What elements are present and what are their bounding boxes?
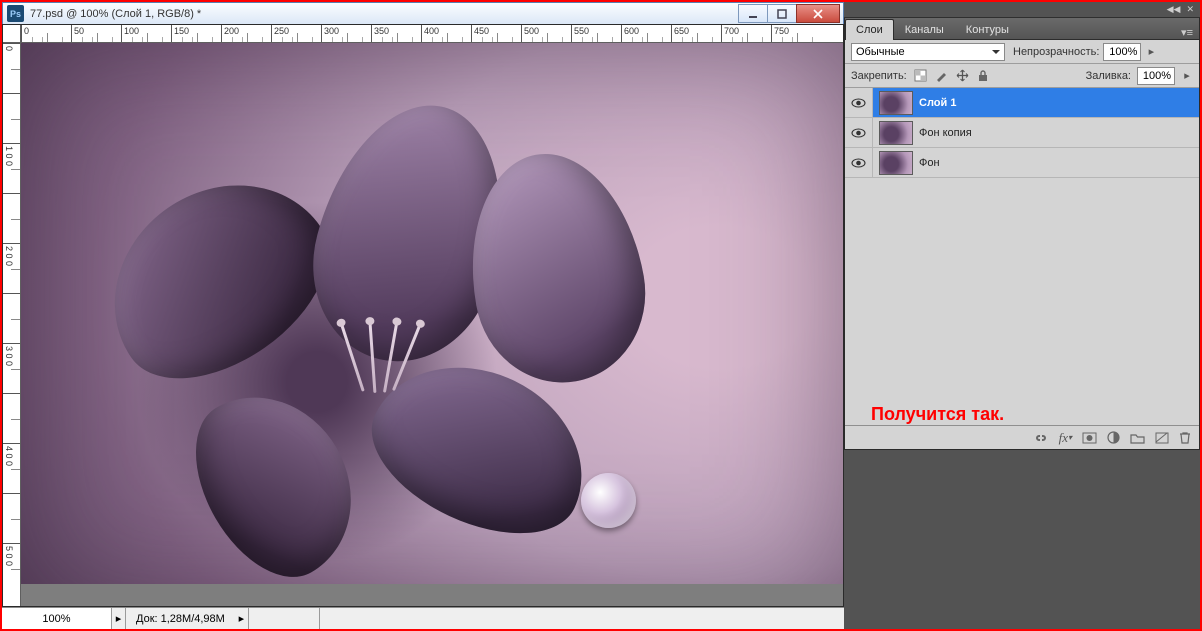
zoom-level[interactable]: 100% bbox=[2, 608, 112, 629]
annotation-text: Получится так. bbox=[845, 386, 1199, 425]
water-drop bbox=[581, 473, 636, 528]
fill-label: Заливка: bbox=[1086, 70, 1131, 82]
canvas[interactable] bbox=[21, 43, 843, 584]
ruler-tick: 3 0 0 bbox=[3, 343, 21, 393]
delete-layer-icon[interactable] bbox=[1179, 431, 1191, 444]
flower-center bbox=[331, 323, 431, 413]
app-icon: Ps bbox=[7, 5, 24, 22]
close-button[interactable] bbox=[796, 4, 840, 23]
canvas-area: 0501001502002503003504004505005506006507… bbox=[2, 24, 844, 607]
layers-panel: СлоиКаналыКонтуры ▾≡ Обычные Непрозрачнос… bbox=[844, 18, 1200, 450]
panel-menu-icon[interactable]: ▾≡ bbox=[1175, 26, 1199, 39]
panel-body: Обычные Непрозрачность: 100% ▸ Закрепить… bbox=[845, 40, 1199, 425]
collapse-left-icon[interactable]: ◀◀ bbox=[1167, 4, 1181, 15]
ruler-tick: 400 bbox=[421, 25, 471, 43]
layer-name: Слой 1 bbox=[919, 97, 956, 109]
status-chevron-icon[interactable]: ▸ bbox=[112, 608, 126, 629]
ruler-tick bbox=[3, 293, 21, 343]
blend-mode-select[interactable]: Обычные bbox=[851, 43, 1005, 61]
ruler-corner[interactable] bbox=[3, 25, 21, 43]
ruler-tick: 250 bbox=[271, 25, 321, 43]
adjustment-layer-icon[interactable] bbox=[1107, 431, 1120, 444]
ruler-tick: 4 0 0 bbox=[3, 443, 21, 493]
ruler-tick bbox=[3, 193, 21, 243]
document-window: Ps 77.psd @ 100% (Слой 1, RGB/8) * 05010… bbox=[2, 2, 844, 629]
layer-thumbnail[interactable] bbox=[879, 151, 913, 175]
ruler-tick: 100 bbox=[121, 25, 171, 43]
app-frame: Ps 77.psd @ 100% (Слой 1, RGB/8) * 05010… bbox=[2, 2, 1200, 629]
tab-Слои[interactable]: Слои bbox=[845, 19, 894, 40]
ruler-tick bbox=[3, 93, 21, 143]
panel-dock: ◀◀ ✕ СлоиКаналыКонтуры ▾≡ Обычные Непрозр… bbox=[844, 2, 1200, 629]
blend-mode-value: Обычные bbox=[856, 46, 905, 58]
opacity-label: Непрозрачность: bbox=[1013, 46, 1099, 58]
ruler-tick: 300 bbox=[321, 25, 371, 43]
close-panel-icon[interactable]: ✕ bbox=[1186, 4, 1194, 15]
ruler-tick bbox=[3, 393, 21, 443]
panel-tabs: СлоиКаналыКонтуры ▾≡ bbox=[845, 18, 1199, 40]
layer-name: Фон bbox=[919, 157, 940, 169]
layer-thumbnail[interactable] bbox=[879, 91, 913, 115]
layer-name: Фон копия bbox=[919, 127, 972, 139]
fill-input[interactable]: 100% bbox=[1137, 67, 1175, 85]
ruler-tick: 1 0 0 bbox=[3, 143, 21, 193]
visibility-eye-icon[interactable] bbox=[845, 118, 873, 147]
layer-mask-icon[interactable] bbox=[1082, 432, 1097, 444]
lock-position-icon[interactable] bbox=[955, 68, 970, 83]
opacity-input[interactable]: 100% bbox=[1103, 43, 1141, 61]
tab-Контуры[interactable]: Контуры bbox=[955, 19, 1020, 40]
document-image bbox=[21, 43, 843, 584]
layer-thumbnail[interactable] bbox=[879, 121, 913, 145]
opacity-slider-icon[interactable]: ▸ bbox=[1145, 43, 1157, 61]
lock-pixels-icon[interactable] bbox=[934, 68, 949, 83]
doc-size-info[interactable]: Док: 1,28M/4,98M bbox=[126, 613, 235, 625]
lock-fill-row: Закрепить: Заливка: 100% ▸ bbox=[845, 64, 1199, 88]
dock-empty bbox=[844, 450, 1200, 629]
link-layers-icon[interactable] bbox=[1033, 432, 1049, 444]
layer-row[interactable]: Слой 1 bbox=[845, 88, 1199, 118]
panel-chrome: ◀◀ ✕ bbox=[844, 2, 1200, 18]
blend-opacity-row: Обычные Непрозрачность: 100% ▸ bbox=[845, 40, 1199, 64]
minimize-button[interactable] bbox=[738, 4, 768, 23]
ruler-tick: 350 bbox=[371, 25, 421, 43]
layer-row[interactable]: Фон bbox=[845, 148, 1199, 178]
ruler-tick: 550 bbox=[571, 25, 621, 43]
visibility-eye-icon[interactable] bbox=[845, 88, 873, 117]
ruler-tick: 2 0 0 bbox=[3, 243, 21, 293]
ruler-tick: 0 bbox=[21, 25, 71, 43]
ruler-tick: 700 bbox=[721, 25, 771, 43]
ruler-tick: 600 bbox=[621, 25, 671, 43]
ruler-horizontal[interactable]: 0501001502002503003504004505005506006507… bbox=[21, 25, 843, 43]
status-spacer bbox=[319, 608, 844, 629]
visibility-eye-icon[interactable] bbox=[845, 148, 873, 177]
ruler-tick: 0 bbox=[3, 43, 21, 93]
layer-style-icon[interactable]: fx▾ bbox=[1059, 430, 1072, 446]
ruler-tick: 5 0 0 bbox=[3, 543, 21, 593]
status-menu-icon[interactable]: ▸ bbox=[235, 608, 249, 629]
maximize-button[interactable] bbox=[767, 4, 797, 23]
layer-row[interactable]: Фон копия bbox=[845, 118, 1199, 148]
layer-list: Слой 1 Фон копия Фон bbox=[845, 88, 1199, 386]
status-bar: 100% ▸ Док: 1,28M/4,98M ▸ bbox=[2, 607, 844, 629]
new-group-icon[interactable] bbox=[1130, 432, 1145, 444]
titlebar[interactable]: Ps 77.psd @ 100% (Слой 1, RGB/8) * bbox=[2, 2, 844, 24]
lock-transparency-icon[interactable] bbox=[913, 68, 928, 83]
ruler-tick: 500 bbox=[521, 25, 571, 43]
lock-label: Закрепить: bbox=[851, 70, 907, 82]
ruler-tick bbox=[3, 493, 21, 543]
ruler-tick: 650 bbox=[671, 25, 721, 43]
panel-footer: fx▾ bbox=[845, 425, 1199, 449]
tab-Каналы[interactable]: Каналы bbox=[894, 19, 955, 40]
window-title: 77.psd @ 100% (Слой 1, RGB/8) * bbox=[30, 8, 738, 20]
new-layer-icon[interactable] bbox=[1155, 432, 1169, 444]
ruler-tick: 750 bbox=[771, 25, 821, 43]
fill-slider-icon[interactable]: ▸ bbox=[1181, 67, 1193, 85]
ruler-tick: 150 bbox=[171, 25, 221, 43]
lock-all-icon[interactable] bbox=[976, 68, 991, 83]
ruler-tick: 200 bbox=[221, 25, 271, 43]
ruler-vertical[interactable]: 0 1 0 0 2 0 0 3 0 0 4 0 0 5 0 0 bbox=[3, 43, 21, 606]
ruler-tick: 450 bbox=[471, 25, 521, 43]
ruler-tick: 50 bbox=[71, 25, 121, 43]
